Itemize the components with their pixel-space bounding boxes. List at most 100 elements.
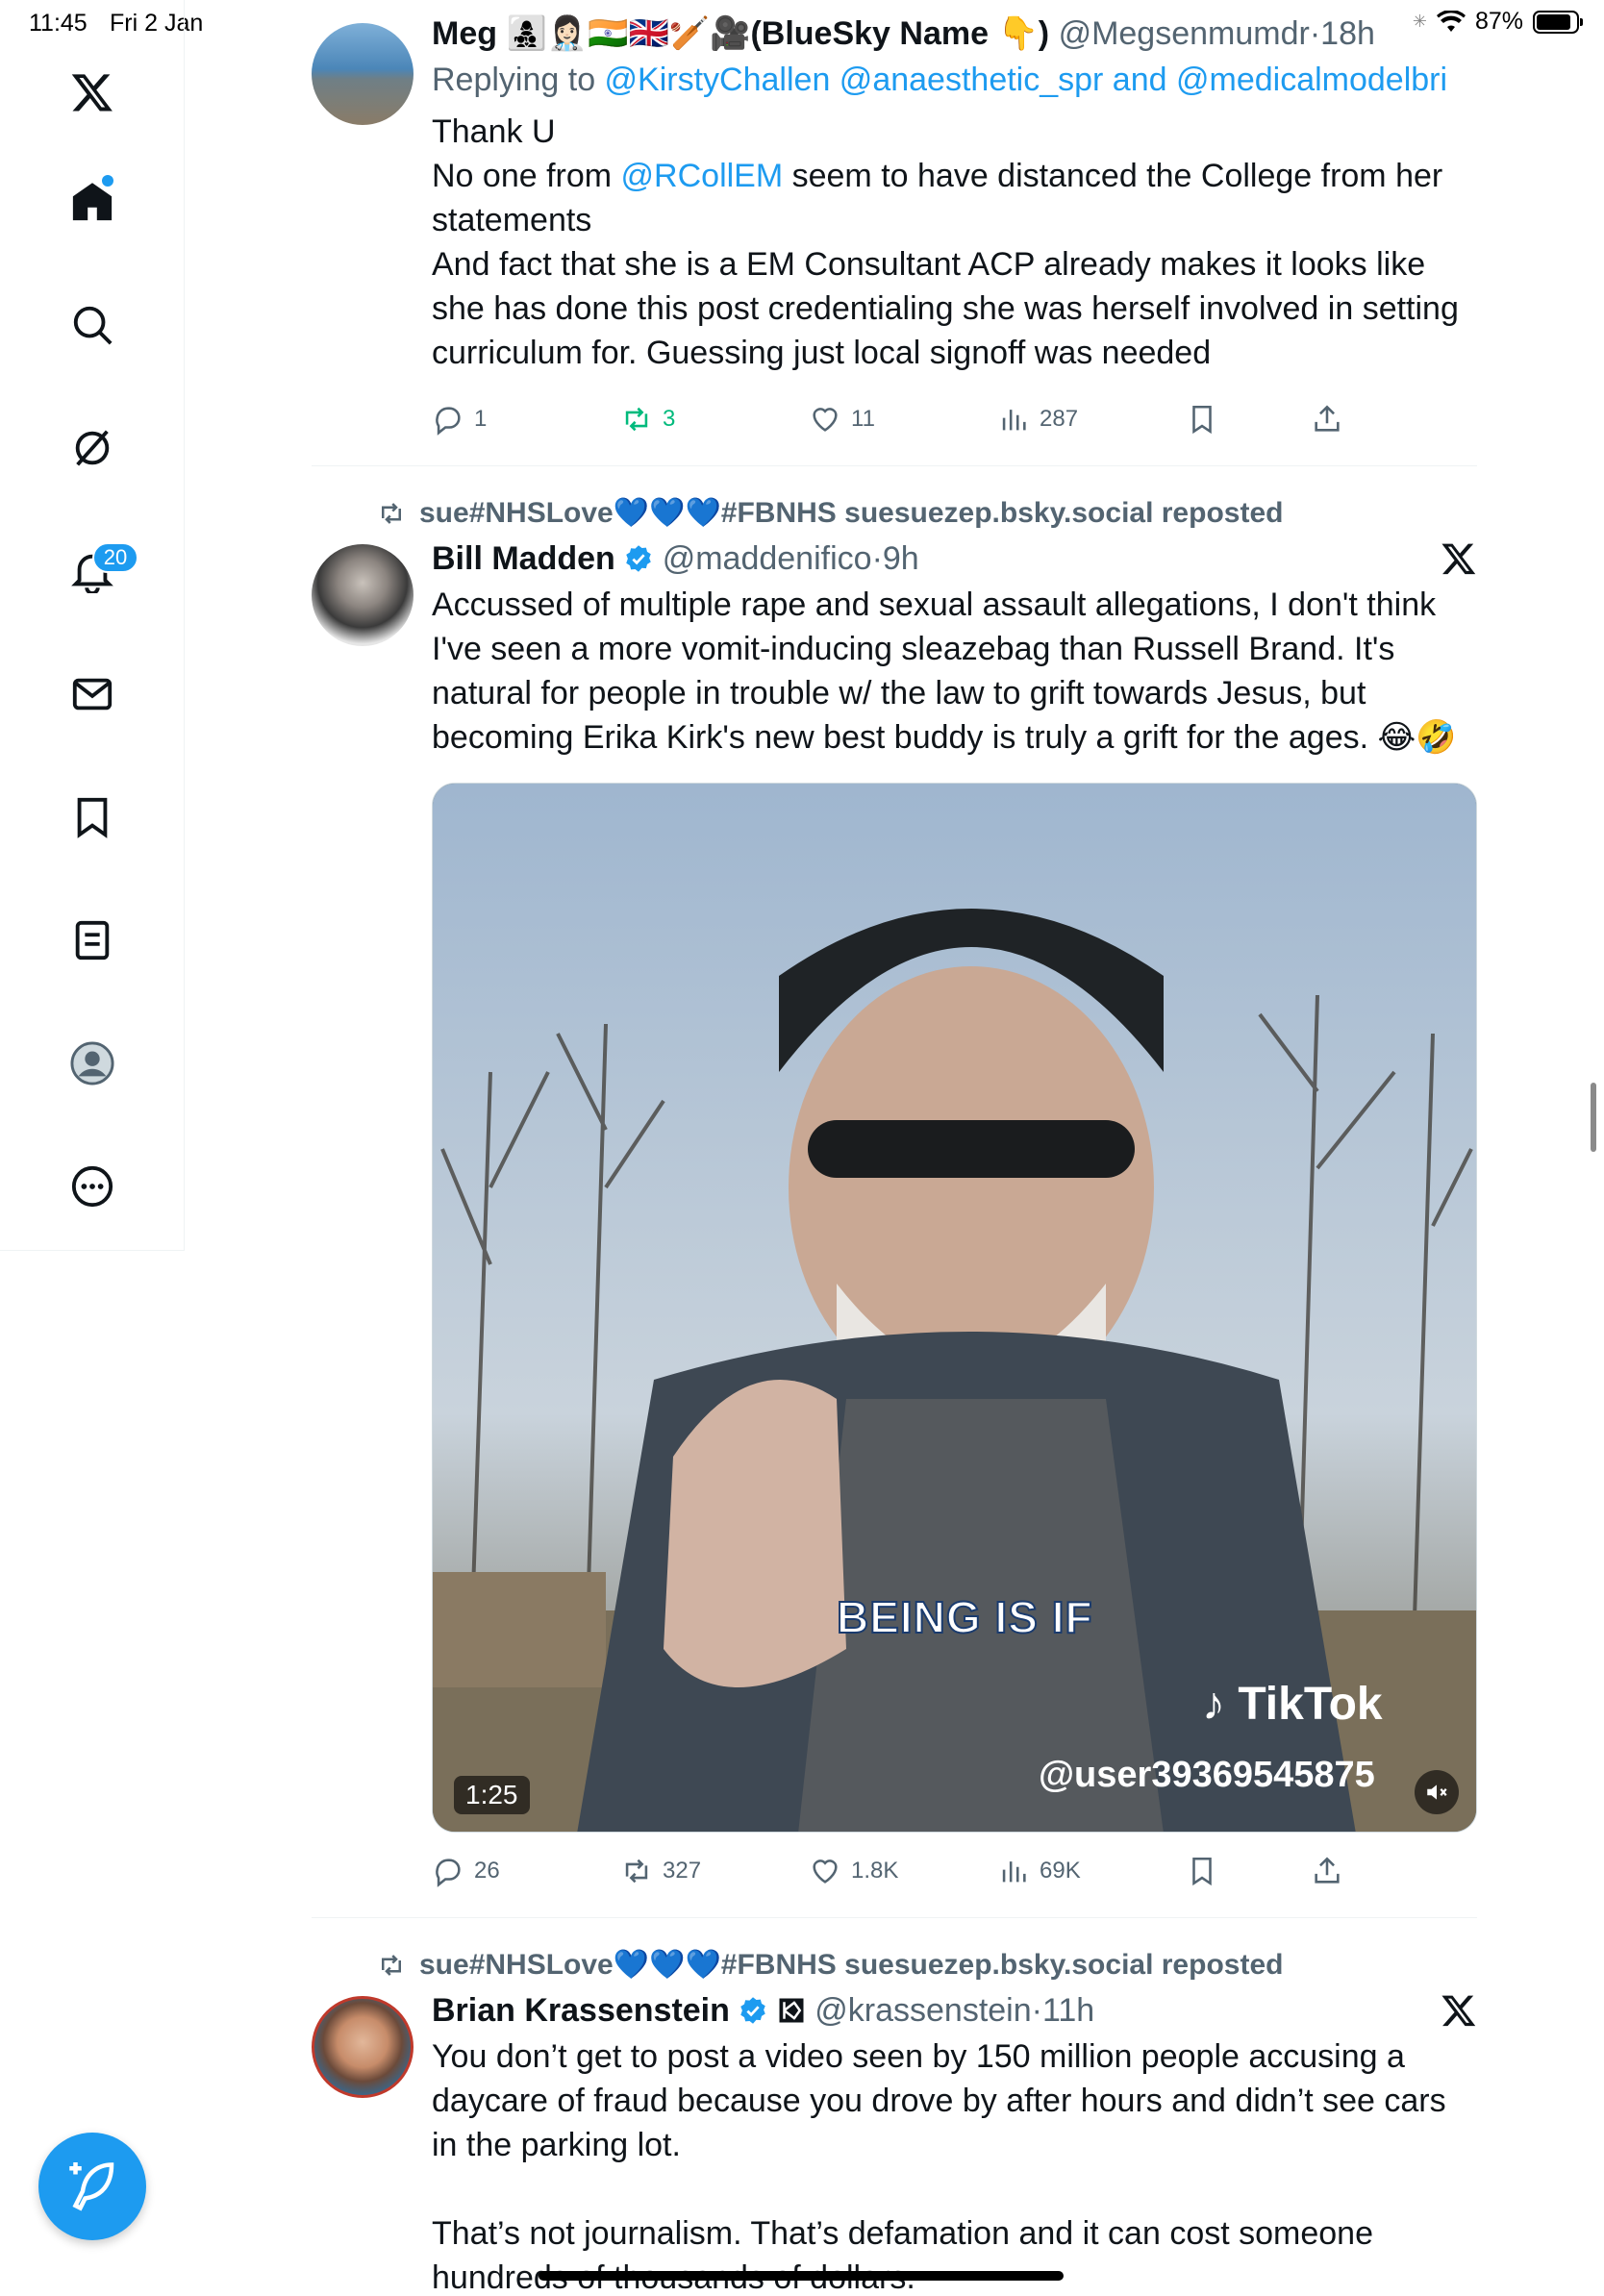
battery-percent: 87% — [1474, 8, 1523, 35]
repost-button[interactable]: 327 — [620, 1852, 701, 1890]
repost-icon — [382, 1954, 401, 1976]
author-handle[interactable]: @Megsenmumdr — [1059, 15, 1310, 52]
tweet-text: You don’t get to post a video seen by 15… — [432, 2034, 1477, 2296]
views-button[interactable]: 287 — [997, 400, 1078, 438]
video-player[interactable]: BEING IS IF ♪ TikTok @user39369545875 1:… — [432, 783, 1477, 1833]
avatar[interactable] — [312, 23, 414, 125]
tweet-text-line: No one from @RCollEM seem to have distan… — [432, 154, 1477, 242]
mute-icon — [1427, 1784, 1447, 1800]
heart-icon — [813, 1859, 838, 1884]
tweet-actions: 26 327 1.8K 69K — [432, 1852, 1374, 1890]
tweet-divider — [312, 1917, 1477, 1918]
envelope-icon[interactable] — [63, 665, 121, 723]
share-button[interactable] — [1311, 400, 1343, 438]
like-count: 11 — [851, 406, 875, 432]
author-handle[interactable]: @krassenstein — [815, 1992, 1031, 2029]
x-logo-icon[interactable] — [1441, 540, 1477, 577]
replying-to: Replying to @KirstyChallen @anaesthetic_… — [432, 58, 1477, 102]
like-count: 1.8K — [851, 1858, 899, 1884]
grok-icon[interactable] — [63, 419, 121, 477]
author-name[interactable]: Brian Krassenstein — [432, 1992, 730, 2029]
avatar-icon[interactable] — [63, 1035, 121, 1092]
home-indicator[interactable] — [539, 2271, 1064, 2281]
sidebar: 20 — [0, 0, 185, 1251]
verified-badge-icon — [740, 1997, 766, 2024]
video-frame — [433, 784, 1476, 1832]
bookmark-button[interactable] — [1186, 400, 1218, 438]
repost-count: 3 — [663, 406, 676, 432]
tweet-actions: 1 3 11 287 — [432, 400, 1374, 438]
tiktok-username: @user39369545875 — [1039, 1755, 1375, 1795]
repost-icon — [382, 502, 401, 524]
repost-count: 327 — [663, 1858, 702, 1884]
tweet-time[interactable]: 18h — [1320, 15, 1375, 52]
reply-count: 26 — [474, 1858, 500, 1884]
tweet-text: Accussed of multiple rape and sexual ass… — [432, 586, 1457, 756]
tiktok-watermark-text: TikTok — [1238, 1679, 1383, 1730]
tweet-paragraph: That’s not journalism. That’s defamation… — [432, 2215, 1373, 2296]
tweet-text: Thank U No one from @RCollEM seem to hav… — [432, 110, 1477, 375]
repost-icon — [625, 407, 648, 432]
repost-context[interactable]: sue#NHSLove💙💙💙#FBNHS suesuezep.bsky.soci… — [377, 496, 1283, 530]
compose-icon — [69, 2162, 114, 2211]
reply-button[interactable]: 1 — [432, 400, 487, 438]
tweet-text-line: Thank U — [432, 113, 556, 150]
tweet-header: Bill Madden @maddenifico·9h — [432, 540, 919, 577]
x-logo-icon[interactable] — [1441, 1992, 1477, 2029]
views-icon — [1002, 410, 1026, 431]
view-count: 287 — [1040, 406, 1079, 432]
list-icon[interactable] — [63, 911, 121, 969]
repost-context-text: sue#NHSLove💙💙💙#FBNHS suesuezep.bsky.soci… — [419, 497, 1284, 529]
battery-icon — [1533, 10, 1583, 34]
views-button[interactable]: 69K — [997, 1852, 1081, 1890]
share-button[interactable] — [1311, 1852, 1343, 1890]
bookmark-icon[interactable] — [63, 788, 121, 846]
reply-icon — [436, 1859, 461, 1887]
author-handle[interactable]: @maddenifico — [663, 540, 872, 577]
compose-button[interactable] — [38, 2133, 146, 2240]
more-icon[interactable] — [63, 1158, 121, 1215]
repost-context-text: sue#NHSLove💙💙💙#FBNHS suesuezep.bsky.soci… — [419, 1949, 1284, 1981]
heart-icon — [813, 408, 838, 432]
repost-icon — [625, 1859, 648, 1884]
video-caption: BEING IS IF — [836, 1591, 1093, 1643]
reply-count: 1 — [474, 406, 488, 432]
notification-badge: 20 — [92, 542, 138, 573]
author-name[interactable]: Bill Madden — [432, 540, 615, 577]
repost-context[interactable]: sue#NHSLove💙💙💙#FBNHS suesuezep.bsky.soci… — [377, 1948, 1283, 1982]
view-count: 69K — [1040, 1858, 1081, 1884]
affiliate-badge-icon — [779, 1998, 804, 2023]
replying-prefix: Replying to — [432, 62, 605, 98]
repost-button[interactable]: 3 — [620, 400, 675, 438]
tweet-time[interactable]: 11h — [1042, 1992, 1094, 2029]
like-button[interactable]: 11 — [809, 400, 875, 438]
text-segment: No one from — [432, 158, 621, 194]
tweet-time[interactable]: 9h — [883, 540, 919, 577]
views-icon — [1002, 1861, 1026, 1883]
author-name[interactable]: Meg 👩‍👧‍👦👩🏻‍⚕️🇮🇳🇬🇧🏏🎥(BlueSky Name 👇) — [432, 15, 1049, 52]
bookmark-icon — [1192, 405, 1212, 435]
avatar[interactable] — [312, 544, 414, 646]
like-button[interactable]: 1.8K — [809, 1852, 898, 1890]
tweet-text-line: And fact that she is a EM Consultant ACP… — [432, 246, 1459, 371]
x-logo-icon[interactable] — [63, 63, 121, 121]
mute-button[interactable] — [1415, 1770, 1459, 1814]
video-duration: 1:25 — [454, 1776, 530, 1814]
scrollbar-thumb[interactable] — [1591, 1083, 1596, 1152]
avatar[interactable] — [312, 1996, 414, 2098]
replying-to-handles[interactable]: @KirstyChallen @anaesthetic_spr and @med… — [605, 62, 1448, 98]
tweet-divider — [312, 465, 1477, 466]
tweet-header: Brian Krassenstein @krassenstein·11h — [432, 1992, 1095, 2029]
sidebar-divider — [0, 1250, 185, 1251]
reply-button[interactable]: 26 — [432, 1852, 500, 1890]
tweet-header: Meg 👩‍👧‍👦👩🏻‍⚕️🇮🇳🇬🇧🏏🎥(BlueSky Name 👇) @Me… — [432, 15, 1375, 52]
reply-icon — [436, 407, 461, 436]
home-unread-dot — [102, 175, 113, 187]
share-icon — [1315, 405, 1340, 432]
bookmark-button[interactable] — [1186, 1852, 1218, 1890]
search-icon[interactable] — [63, 296, 121, 354]
verified-badge-icon — [626, 545, 651, 572]
share-icon — [1315, 1857, 1340, 1884]
mention-link[interactable]: @RCollEM — [621, 158, 784, 194]
bookmark-icon — [1192, 1857, 1212, 1886]
